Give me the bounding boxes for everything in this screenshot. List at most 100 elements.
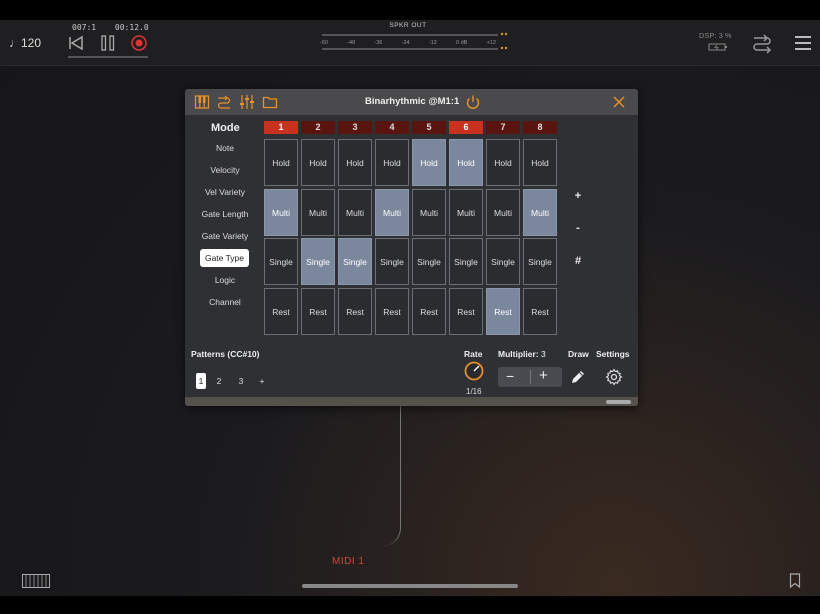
step-cell-rest[interactable]: Rest xyxy=(301,288,335,335)
record-button[interactable] xyxy=(130,34,148,52)
step-column-header[interactable]: 7 xyxy=(486,121,520,134)
record-icon xyxy=(131,35,147,51)
battery-icon xyxy=(708,43,727,51)
pause-button[interactable] xyxy=(99,34,117,52)
pattern-2-button[interactable]: 2 xyxy=(214,373,224,389)
step-cell-rest[interactable]: Rest xyxy=(264,288,298,335)
plugin-title: Binarhythmic @M1:1 xyxy=(365,96,460,107)
pattern-3-button[interactable]: 3 xyxy=(236,373,246,389)
connection-cable xyxy=(381,406,401,546)
mixer-view-button[interactable] xyxy=(239,94,255,110)
step-cell-hold[interactable]: Hold xyxy=(486,139,520,186)
step-cell-multi[interactable]: Multi xyxy=(375,189,409,236)
meter-tick: -36 xyxy=(374,40,383,46)
close-button[interactable] xyxy=(611,94,627,110)
routing-button[interactable] xyxy=(751,32,773,54)
step-cell-rest[interactable]: Rest xyxy=(486,288,520,335)
knob-icon xyxy=(464,361,484,381)
bottom-bar xyxy=(0,596,820,614)
multiplier-stepper: − + xyxy=(498,367,562,387)
menu-button[interactable] xyxy=(792,32,814,54)
step-cell-single[interactable]: Single xyxy=(486,238,520,285)
bypass-button[interactable] xyxy=(465,94,481,110)
resize-handle[interactable] xyxy=(606,400,631,404)
settings-label: Settings xyxy=(596,349,630,359)
multiplier-minus-button[interactable]: − xyxy=(506,368,514,384)
multiplier-label: Multiplier: 3 xyxy=(498,349,546,359)
step-cell-rest[interactable]: Rest xyxy=(523,288,557,335)
step-cell-hold[interactable]: Hold xyxy=(264,139,298,186)
step-cell-single[interactable]: Single xyxy=(301,238,335,285)
bookmark-button[interactable] xyxy=(789,573,801,589)
meter-label: SPKR OUT xyxy=(389,22,427,29)
mode-item-gate-length[interactable]: Gate Length xyxy=(195,206,255,222)
rewind-button[interactable] xyxy=(67,34,85,52)
mode-item-vel-variety[interactable]: Vel Variety xyxy=(195,184,255,200)
keyboard-toggle-button[interactable] xyxy=(22,574,50,588)
mode-item-velocity[interactable]: Velocity xyxy=(195,162,255,178)
mode-item-note[interactable]: Note xyxy=(195,140,255,156)
multiplier-plus-button[interactable]: + xyxy=(539,367,548,384)
step-column-header[interactable]: 5 xyxy=(412,121,446,134)
add-pattern-button[interactable]: + xyxy=(257,373,267,389)
randomize-button[interactable]: # xyxy=(571,255,585,267)
increment-button[interactable]: + xyxy=(571,190,585,202)
settings-button[interactable] xyxy=(605,368,623,386)
decrement-button[interactable]: - xyxy=(571,222,585,234)
preset-folder-button[interactable] xyxy=(262,94,278,110)
step-column-header[interactable]: 2 xyxy=(301,121,335,134)
step-cell-single[interactable]: Single xyxy=(338,238,372,285)
step-cell-multi[interactable]: Multi xyxy=(301,189,335,236)
mode-item-gate-variety[interactable]: Gate Variety xyxy=(195,228,255,244)
step-cell-multi[interactable]: Multi xyxy=(412,189,446,236)
top-toolbar: ♩120 007:1 00:12.0 SPKR OUT -60 -48 -36 … xyxy=(0,20,820,66)
mode-item-channel[interactable]: Channel xyxy=(195,294,255,310)
routing-view-button[interactable] xyxy=(216,94,232,110)
midi-node-label[interactable]: MIDI 1 xyxy=(332,556,364,567)
keyboard-view-button[interactable] xyxy=(194,94,210,110)
step-cell-hold[interactable]: Hold xyxy=(412,139,446,186)
position-readout: 007:1 xyxy=(72,23,97,32)
step-cell-hold[interactable]: Hold xyxy=(338,139,372,186)
step-cell-single[interactable]: Single xyxy=(375,238,409,285)
meter-bar-right xyxy=(322,48,498,50)
pencil-icon xyxy=(572,371,584,383)
step-cell-hold[interactable]: Hold xyxy=(523,139,557,186)
meter-bar-left xyxy=(322,34,498,36)
step-column-header[interactable]: 3 xyxy=(338,121,372,134)
step-cell-hold[interactable]: Hold xyxy=(449,139,483,186)
mode-item-logic[interactable]: Logic xyxy=(195,272,255,288)
rate-knob[interactable] xyxy=(464,361,484,381)
meter-tick: -24 xyxy=(401,40,410,46)
tempo-display[interactable]: ♩120 xyxy=(9,36,41,50)
step-cell-hold[interactable]: Hold xyxy=(375,139,409,186)
step-cell-rest[interactable]: Rest xyxy=(375,288,409,335)
step-cell-rest[interactable]: Rest xyxy=(449,288,483,335)
loop-bar[interactable] xyxy=(68,56,148,58)
step-column-header[interactable]: 1 xyxy=(264,121,298,134)
step-cell-multi[interactable]: Multi xyxy=(264,189,298,236)
keyboard-icon xyxy=(22,574,50,588)
gear-icon xyxy=(605,368,623,386)
step-column-header[interactable]: 8 xyxy=(523,121,557,134)
step-cell-rest[interactable]: Rest xyxy=(412,288,446,335)
step-cell-multi[interactable]: Multi xyxy=(486,189,520,236)
hamburger-icon xyxy=(795,36,811,50)
step-cell-single[interactable]: Single xyxy=(412,238,446,285)
step-cell-single[interactable]: Single xyxy=(449,238,483,285)
piano-icon xyxy=(194,95,210,109)
draw-label: Draw xyxy=(568,349,589,359)
step-cell-multi[interactable]: Multi xyxy=(338,189,372,236)
transport-time: 007:1 00:12.0 xyxy=(72,23,163,32)
step-cell-multi[interactable]: Multi xyxy=(523,189,557,236)
step-cell-multi[interactable]: Multi xyxy=(449,189,483,236)
pattern-1-button[interactable]: 1 xyxy=(196,373,206,389)
step-cell-single[interactable]: Single xyxy=(523,238,557,285)
mode-item-gate-type[interactable]: Gate Type xyxy=(200,249,249,267)
step-cell-hold[interactable]: Hold xyxy=(301,139,335,186)
step-cell-rest[interactable]: Rest xyxy=(338,288,372,335)
step-cell-single[interactable]: Single xyxy=(264,238,298,285)
step-column-header[interactable]: 6 xyxy=(449,121,483,134)
draw-button[interactable] xyxy=(569,368,587,386)
step-column-header[interactable]: 4 xyxy=(375,121,409,134)
